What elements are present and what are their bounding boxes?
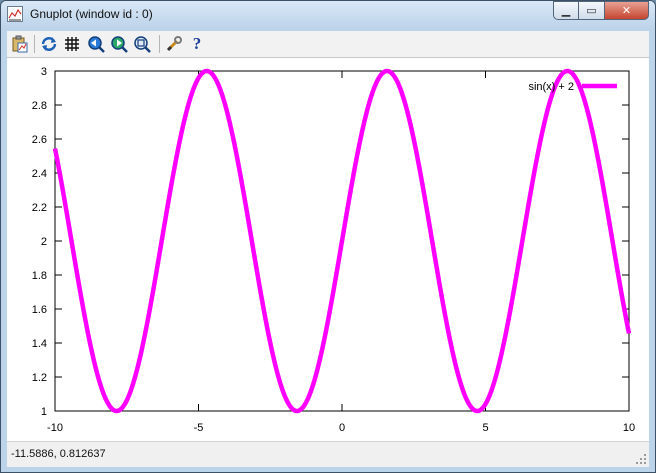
plot-area[interactable]: -10 -5 0 5 10 1 1.2 1.4 1.6 1.8 2 2.2 2.4 2.6 2.8 3 si… — [7, 58, 649, 441]
copy-to-clipboard-button[interactable] — [11, 35, 29, 53]
maximize-icon: ▭ — [586, 4, 597, 17]
help-button[interactable]: ? — [188, 34, 206, 53]
zoom-back-button[interactable] — [87, 35, 105, 53]
y-tick-label: 2 — [41, 236, 47, 248]
close-button[interactable]: ✕ — [605, 1, 649, 20]
y-tick-label: 3 — [41, 66, 47, 78]
autoscale-button[interactable] — [133, 35, 151, 53]
close-icon: ✕ — [621, 4, 632, 17]
y-tick-label: 1 — [41, 406, 47, 418]
options-button[interactable] — [165, 35, 183, 53]
options-wrench-icon — [166, 36, 182, 52]
grid-icon — [65, 37, 79, 51]
autoscale-icon — [134, 36, 151, 53]
y-tick-label: 1.6 — [32, 304, 47, 316]
x-tick-label: 10 — [623, 422, 635, 434]
gnuplot-window: Gnuplot (window id : 0) ▁ ▭ ✕ ? -10 -5 0… — [0, 0, 656, 473]
y-tick-label: 1.4 — [32, 338, 47, 350]
y-tick-label: 1.2 — [32, 372, 47, 384]
y-tick-label: 2.8 — [32, 100, 47, 112]
replot-button[interactable] — [40, 35, 58, 53]
minimize-icon: ▁ — [561, 4, 571, 17]
toolbar: ? — [7, 31, 649, 58]
zoom-forward-icon — [111, 36, 128, 53]
window-controls: ▁ ▭ ✕ — [553, 1, 649, 21]
grid-button[interactable] — [63, 35, 81, 53]
x-tick-label: -10 — [47, 422, 63, 434]
y-tick-label: 2.2 — [32, 202, 47, 214]
toolbar-separator — [34, 35, 35, 53]
status-bar: -11.5886, 0.812637 — [7, 441, 649, 467]
help-icon: ? — [192, 34, 202, 53]
zoom-back-icon — [88, 36, 105, 53]
y-tick-label: 2.6 — [32, 134, 47, 146]
toolbar-separator — [159, 35, 160, 53]
resize-grip-icon[interactable] — [635, 453, 647, 465]
y-tick-label: 1.8 — [32, 270, 47, 282]
zoom-forward-button[interactable] — [110, 35, 128, 53]
minimize-button[interactable]: ▁ — [553, 1, 579, 20]
x-tick-label: 5 — [482, 422, 488, 434]
x-tick-label: -5 — [194, 422, 204, 434]
title-bar[interactable]: Gnuplot (window id : 0) ▁ ▭ ✕ — [1, 1, 655, 29]
maximize-button[interactable]: ▭ — [579, 1, 605, 20]
legend-label: sin(x) + 2 — [528, 81, 574, 93]
y-tick-label: 2.4 — [32, 168, 47, 180]
x-tick-label: 0 — [339, 422, 345, 434]
replot-icon — [41, 37, 57, 51]
window-title: Gnuplot (window id : 0) — [30, 7, 153, 21]
chart-canvas[interactable]: -10 -5 0 5 10 1 1.2 1.4 1.6 1.8 2 2.2 2.4 2.6 2.8 3 si… — [7, 58, 649, 441]
copy-to-clipboard-icon — [12, 35, 28, 53]
gnuplot-app-icon[interactable] — [7, 6, 23, 22]
series-line-sin — [52, 68, 632, 414]
mouse-coordinates: -11.5886, 0.812637 — [11, 448, 106, 460]
